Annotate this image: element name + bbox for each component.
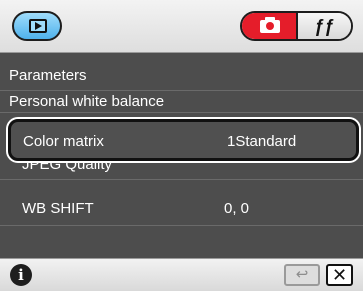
list-item-personal-white-balance[interactable]: Personal white balance — [0, 91, 363, 113]
list-item-wb-shift[interactable]: WB SHIFT 0, 0 — [0, 193, 363, 226]
bottom-toolbar: i ↩ ✕ — [0, 258, 363, 291]
camera-tab-button[interactable] — [242, 13, 298, 39]
close-button[interactable]: ✕ — [326, 264, 353, 286]
settings-window: ƒƒ Parameters Personal white balance Col… — [0, 0, 363, 291]
playback-button[interactable] — [12, 11, 62, 41]
tools-tab-button[interactable]: ƒƒ — [298, 13, 351, 39]
info-icon[interactable]: i — [10, 264, 32, 286]
mode-toggle: ƒƒ — [240, 11, 353, 41]
tools-icon: ƒƒ — [314, 15, 335, 36]
list-item-label: Color matrix — [23, 133, 104, 150]
list-item-label: Personal white balance — [9, 93, 165, 110]
camera-lens-icon — [266, 22, 274, 30]
list-item-label: JPEG Quality — [22, 162, 113, 173]
list-item-value: 0, 0 — [224, 200, 250, 217]
play-triangle-icon — [35, 22, 42, 30]
list-item-value: 1Standard — [227, 133, 297, 150]
list-item-label: Parameters — [9, 67, 87, 84]
list-item-label: WB SHIFT — [22, 200, 94, 217]
reset-button[interactable]: ↩ — [284, 264, 320, 286]
list-item-parameters[interactable]: Parameters — [0, 60, 363, 91]
list-item-color-matrix[interactable]: Color matrix 1Standard — [8, 119, 359, 161]
top-toolbar: ƒƒ — [0, 0, 363, 53]
list-item-jpeg-quality[interactable]: JPEG Quality — [0, 162, 363, 180]
settings-list: Parameters Personal white balance Color … — [0, 53, 363, 258]
